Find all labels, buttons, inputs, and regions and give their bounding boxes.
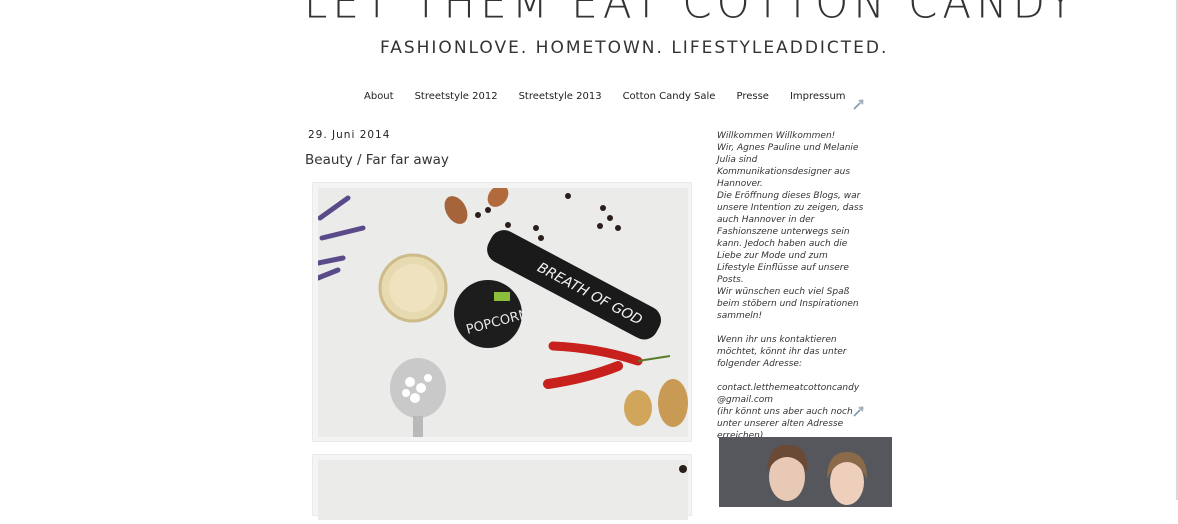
wrench-screwdriver-icon[interactable] (853, 98, 865, 110)
nav-item-streetstyle-2012[interactable]: Streetstyle 2012 (415, 91, 498, 102)
nav-item-streetstyle-2013[interactable]: Streetstyle 2013 (519, 91, 602, 102)
post-image-2[interactable] (318, 460, 688, 520)
nav-item-cotton-candy-sale[interactable]: Cotton Candy Sale (623, 91, 716, 102)
wrench-screwdriver-icon[interactable] (853, 405, 865, 417)
sidebar-line: Willkommen Willkommen! (717, 131, 836, 141)
sidebar-spacer (717, 322, 867, 334)
sidebar-line: Wenn ihr uns kontaktieren möchtet, könnt… (717, 335, 847, 369)
nav-item-about[interactable]: About (364, 91, 394, 102)
nav-item-presse[interactable]: Presse (736, 91, 768, 102)
sidebar-line: Wir, Agnes Pauline und Melanie Julia sin… (717, 143, 859, 189)
post-image-frame-2 (312, 454, 692, 520)
sidebar-portrait-image[interactable] (719, 437, 892, 507)
contact-email[interactable]: contact.letthemeatcottoncandy@gmail.com (717, 382, 867, 406)
blog-title[interactable]: LET THEM EAT COTTON CANDY (304, 0, 1078, 28)
sidebar-spacer (717, 370, 867, 382)
sidebar-line: Die Eröffnung dieses Blogs, war unsere I… (717, 191, 864, 285)
blog-subtitle: FASHIONLOVE. HOMETOWN. LIFESTYLEADDICTED… (380, 38, 889, 58)
nav-item-impressum[interactable]: Impressum (790, 91, 846, 102)
post-image-frame: POPCORN BREATH OF GOD (312, 182, 692, 442)
sidebar-line: Wir wünschen euch viel Spaß beim stöbern… (717, 287, 859, 321)
sidebar-about-text: Willkommen Willkommen! Wir, Agnes Paulin… (717, 130, 867, 442)
post-image[interactable]: POPCORN BREATH OF GOD (318, 188, 688, 437)
post-date: 29. Juni 2014 (308, 129, 391, 141)
post-title[interactable]: Beauty / Far far away (305, 152, 449, 168)
